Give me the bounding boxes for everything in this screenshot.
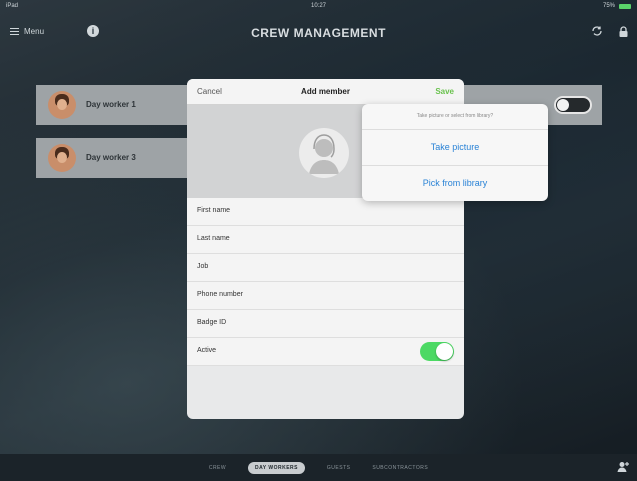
sync-icon[interactable]: [591, 25, 603, 37]
modal-header: Cancel Add member Save: [187, 79, 464, 105]
lock-icon[interactable]: [619, 26, 628, 37]
photo-source-popover: Take picture or select from library? Tak…: [362, 104, 548, 201]
status-time: 10:27: [310, 3, 326, 9]
active-label: Active: [197, 347, 217, 354]
save-button[interactable]: Save: [435, 87, 454, 96]
active-toggle[interactable]: [420, 342, 454, 361]
first-name-label: First name: [197, 207, 231, 214]
tab-crew[interactable]: CREW: [209, 465, 226, 471]
avatar: [48, 144, 76, 172]
status-bar: iPad 10:27 75%: [0, 0, 637, 14]
tab-subcontractors[interactable]: SUBCONTRACTORS: [372, 465, 428, 471]
modal-title: Add member: [301, 87, 350, 96]
page-title: CREW MANAGEMENT: [251, 26, 386, 40]
popover-prompt: Take picture or select from library?: [362, 104, 548, 130]
badge-id-field[interactable]: Badge ID: [187, 310, 464, 338]
status-battery-text: 75%: [602, 3, 615, 9]
form-fields: First name Last name Job Phone number Ba…: [187, 198, 464, 366]
add-person-icon[interactable]: [617, 461, 629, 473]
tab-bar: CREW DAY WORKERS GUESTS SUBCONTRACTORS: [0, 454, 637, 481]
tab-guests[interactable]: GUESTS: [327, 465, 351, 471]
phone-number-label: Phone number: [197, 291, 243, 298]
job-label: Job: [197, 263, 209, 270]
list-item-label: Day worker 3: [86, 153, 136, 162]
avatar: [48, 91, 76, 119]
phone-number-field[interactable]: Phone number: [187, 282, 464, 310]
badge-id-label: Badge ID: [197, 319, 227, 326]
pick-from-library-button[interactable]: Pick from library: [362, 166, 548, 201]
active-toggle[interactable]: [554, 96, 592, 114]
avatar-placeholder-icon[interactable]: [299, 128, 349, 178]
nav-bar: Menu i CREW MANAGEMENT: [0, 14, 637, 54]
last-name-field[interactable]: Last name: [187, 226, 464, 254]
battery-icon: [619, 4, 631, 9]
job-field[interactable]: Job: [187, 254, 464, 282]
first-name-field[interactable]: First name: [187, 198, 464, 226]
take-picture-button[interactable]: Take picture: [362, 130, 548, 166]
active-row: Active: [187, 338, 464, 366]
tab-day-workers[interactable]: DAY WORKERS: [248, 462, 306, 474]
last-name-label: Last name: [197, 235, 230, 242]
list-item-label: Day worker 1: [86, 100, 136, 109]
